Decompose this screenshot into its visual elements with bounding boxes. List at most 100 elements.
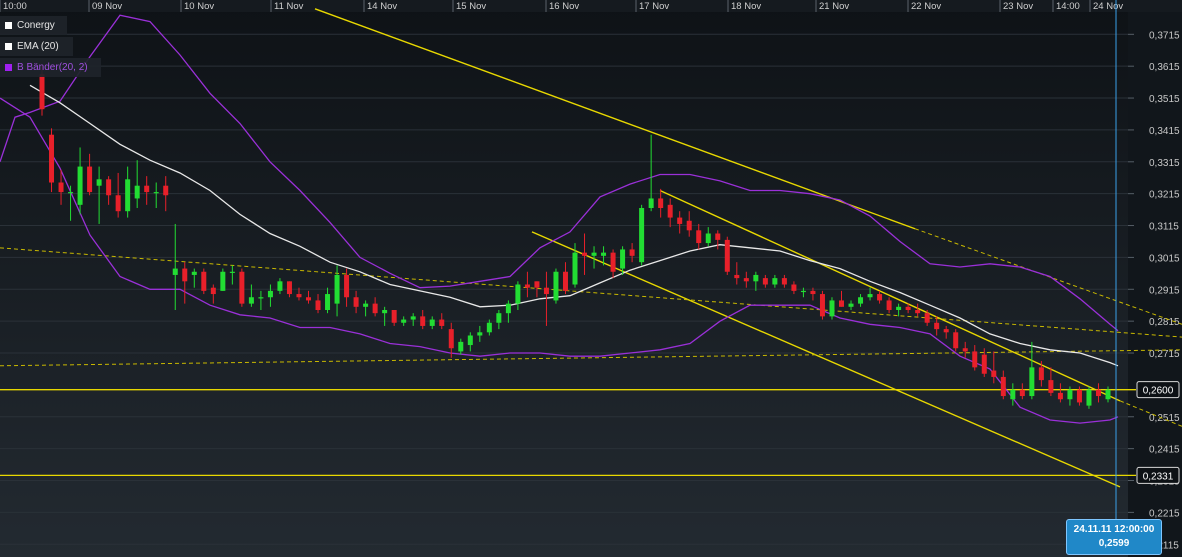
candle-body [962, 348, 968, 352]
candle-body [344, 274, 350, 298]
candle-body [943, 329, 949, 333]
candle-body [277, 281, 283, 291]
candle-body [934, 322, 940, 330]
candle-body [810, 290, 816, 295]
candle-body [429, 319, 435, 326]
x-tick-label: 24 Nov [1093, 1, 1123, 12]
crosshair-value: 0,2599 [1098, 538, 1130, 549]
x-tick-label: 22 Nov [911, 1, 941, 12]
candle-body [629, 249, 635, 256]
candle [829, 297, 835, 320]
candle-body [153, 192, 159, 194]
candle-body [772, 278, 778, 285]
y-tick-label: 0,3015 [1149, 253, 1180, 264]
legend-swatch-icon [5, 43, 12, 50]
candle-body [534, 281, 540, 288]
x-tick-label: 21 Nov [819, 1, 849, 12]
candle [49, 128, 55, 193]
y-tick-label: 0,3515 [1149, 94, 1180, 105]
candle-body [819, 294, 825, 317]
candle-body [172, 268, 178, 275]
crosshair-readout: 24.11.11 12:00:00 0,2599 [1066, 519, 1162, 555]
candle-body [610, 252, 616, 272]
x-tick-label: 23 Nov [1003, 1, 1033, 12]
candle-body [1048, 380, 1054, 393]
candle-body [601, 252, 607, 256]
candle-body [896, 306, 902, 310]
candle-body [410, 316, 416, 320]
candle-body [134, 185, 140, 199]
candle-body [296, 294, 302, 298]
level-label: 0,2600 [1143, 386, 1174, 397]
candle-body [182, 268, 188, 282]
candle-body [477, 332, 483, 336]
x-tick-label: 10:00 [3, 1, 27, 12]
candle-body [972, 351, 978, 368]
y-tick-label: 0,3715 [1149, 30, 1180, 41]
candle-body [953, 332, 959, 349]
candle-body [87, 166, 93, 193]
candle-body [325, 294, 331, 310]
candle-body [39, 74, 45, 110]
level-label: 0,2331 [1143, 471, 1174, 482]
legend-swatch-icon [5, 64, 12, 71]
candle-body [648, 198, 654, 209]
candle-body [686, 220, 692, 231]
candle-body [58, 182, 64, 193]
candle-body [372, 303, 378, 314]
candlestick-chart[interactable]: 0,3715 0,3615 0,3515 0,3415 0,3315 0,3215 0,31… [0, 0, 1182, 557]
candle [724, 236, 730, 275]
candle-body [858, 297, 864, 304]
candle-body [1086, 389, 1092, 406]
candle-body [363, 303, 369, 307]
candle-body [96, 179, 102, 186]
candle-body [705, 233, 711, 244]
candle-body [144, 185, 150, 193]
candle-body [115, 195, 121, 212]
candle-body [524, 284, 530, 288]
candle-body [229, 271, 235, 273]
candle-body [1038, 367, 1044, 381]
candle-body [781, 278, 787, 285]
candle-body [791, 284, 797, 291]
candle-body [49, 134, 55, 183]
legend-item-conergy[interactable]: Conergy [0, 16, 67, 35]
legend-item-ema[interactable]: EMA (20) [0, 37, 73, 56]
candle-body [1095, 389, 1101, 397]
y-tick-label: 0,3615 [1149, 62, 1180, 73]
candle-body [1000, 376, 1006, 397]
legend-item-bollinger[interactable]: B Bänder(20, 2) [0, 58, 101, 77]
candle-body [981, 354, 987, 374]
candle [953, 329, 959, 352]
y-tick-label: 0,3315 [1149, 158, 1180, 169]
candle-body [762, 278, 768, 285]
candle-body [886, 300, 892, 310]
candle-body [562, 271, 568, 291]
candle-body [715, 233, 721, 240]
candle-body [286, 281, 292, 295]
legend-swatch-icon [5, 22, 12, 29]
candle-body [1105, 389, 1111, 400]
y-tick-label: 0,3115 [1149, 222, 1179, 233]
candle-body [163, 185, 169, 196]
candle-body [382, 309, 388, 314]
candle-body [125, 179, 131, 212]
candle-body [106, 179, 112, 196]
candle-body [800, 290, 806, 293]
candle-body [1076, 389, 1082, 403]
candle [553, 268, 559, 304]
candle-body [306, 297, 311, 301]
x-tick-label: 09 Nov [92, 1, 122, 12]
candle [819, 290, 825, 320]
candle-body [1019, 389, 1025, 397]
candle-body [867, 294, 873, 298]
candle-body [848, 303, 854, 307]
x-tick-label: 15 Nov [456, 1, 486, 12]
candle [239, 268, 245, 307]
candle-body [905, 306, 911, 310]
candle-body [258, 297, 264, 299]
candle-body [753, 274, 759, 282]
candle-body [572, 252, 578, 285]
x-tick-label: 14:00 [1056, 1, 1080, 12]
candle-body [734, 274, 740, 279]
